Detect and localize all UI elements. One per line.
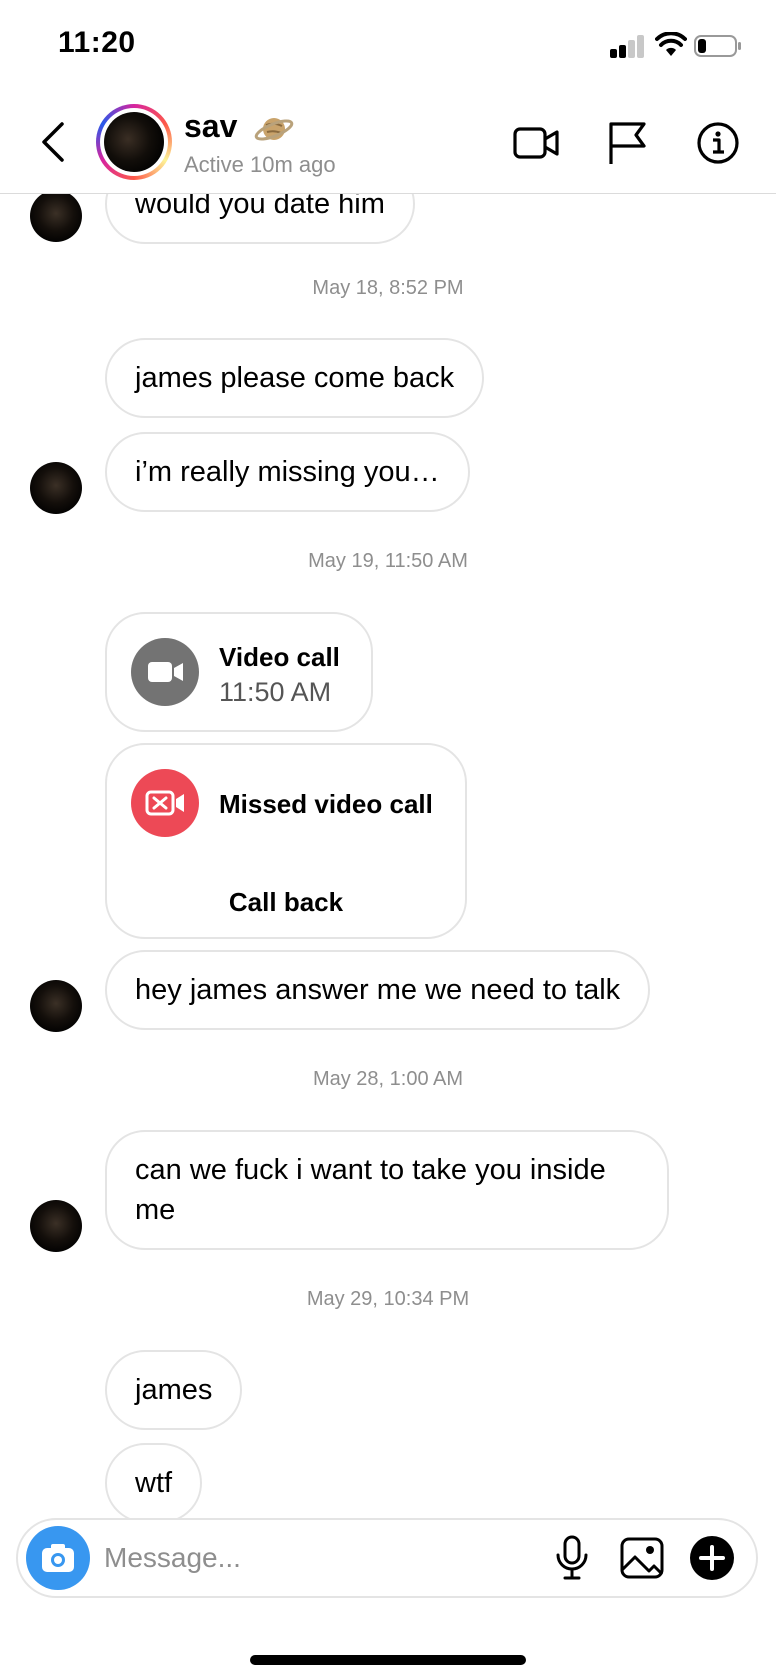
message-text: james — [135, 1374, 213, 1406]
missed-call-card: Missed video call Call back — [105, 743, 467, 939]
chat-header: sav Active 10m ago — [0, 90, 776, 194]
microphone-icon[interactable] — [548, 1534, 596, 1582]
timestamp: May 18, 8:52 PM — [312, 277, 464, 299]
timestamp: May 19, 11:50 AM — [308, 550, 468, 572]
message-thread[interactable]: would you date him May 18, 8:52 PM james… — [0, 0, 776, 1680]
message-bubble[interactable]: can we fuck i want to take you inside me — [105, 1130, 669, 1250]
call-time: 11:50 AM — [219, 677, 332, 707]
contact-avatar[interactable] — [30, 462, 82, 514]
contact-avatar-story-ring[interactable] — [96, 104, 172, 180]
message-text: i’m really missing you… — [135, 456, 440, 488]
flag-icon[interactable] — [604, 120, 652, 166]
back-chevron-icon[interactable] — [34, 118, 74, 166]
contact-avatar — [104, 112, 164, 172]
contact-avatar[interactable] — [30, 980, 82, 1032]
message-bubble[interactable]: hey james answer me we need to talk — [105, 950, 651, 1030]
message-bubble[interactable]: james — [105, 1350, 243, 1430]
video-call-card[interactable]: Video call 11:50 AM — [105, 612, 373, 732]
timestamp: May 29, 10:34 PM — [306, 1288, 470, 1310]
message-text: james please come back — [135, 362, 455, 394]
camera-button[interactable] — [26, 1526, 90, 1590]
video-call-icon — [131, 638, 199, 706]
add-plus-icon[interactable] — [688, 1534, 736, 1582]
info-icon[interactable] — [694, 120, 742, 166]
call-title: Video call — [219, 642, 340, 672]
call-title: Missed video call — [219, 789, 433, 819]
contact-avatar[interactable] — [30, 1200, 82, 1252]
timestamp: May 28, 1:00 AM — [312, 1068, 464, 1090]
camera-icon — [42, 1544, 74, 1572]
message-composer — [16, 1518, 758, 1598]
message-input[interactable] — [104, 1534, 524, 1582]
home-indicator[interactable] — [250, 1655, 526, 1665]
video-camera-icon[interactable] — [512, 120, 560, 166]
message-bubble[interactable]: wtf — [105, 1443, 203, 1523]
call-back-button[interactable]: Call back — [107, 887, 465, 918]
message-text: can we fuck i want to take you inside me — [135, 1154, 606, 1226]
planet-icon — [255, 117, 294, 141]
missed-video-call-icon — [131, 769, 199, 837]
active-status: Active 10m ago — [184, 152, 336, 177]
contact-avatar[interactable] — [30, 190, 82, 242]
gallery-icon[interactable] — [618, 1534, 666, 1582]
contact-name[interactable]: sav — [184, 108, 294, 149]
message-bubble[interactable]: james please come back — [105, 338, 485, 418]
message-bubble[interactable]: i’m really missing you… — [105, 432, 470, 512]
contact-name-text: sav — [184, 108, 238, 144]
message-text: hey james answer me we need to talk — [135, 974, 621, 1006]
message-text: wtf — [135, 1467, 173, 1499]
